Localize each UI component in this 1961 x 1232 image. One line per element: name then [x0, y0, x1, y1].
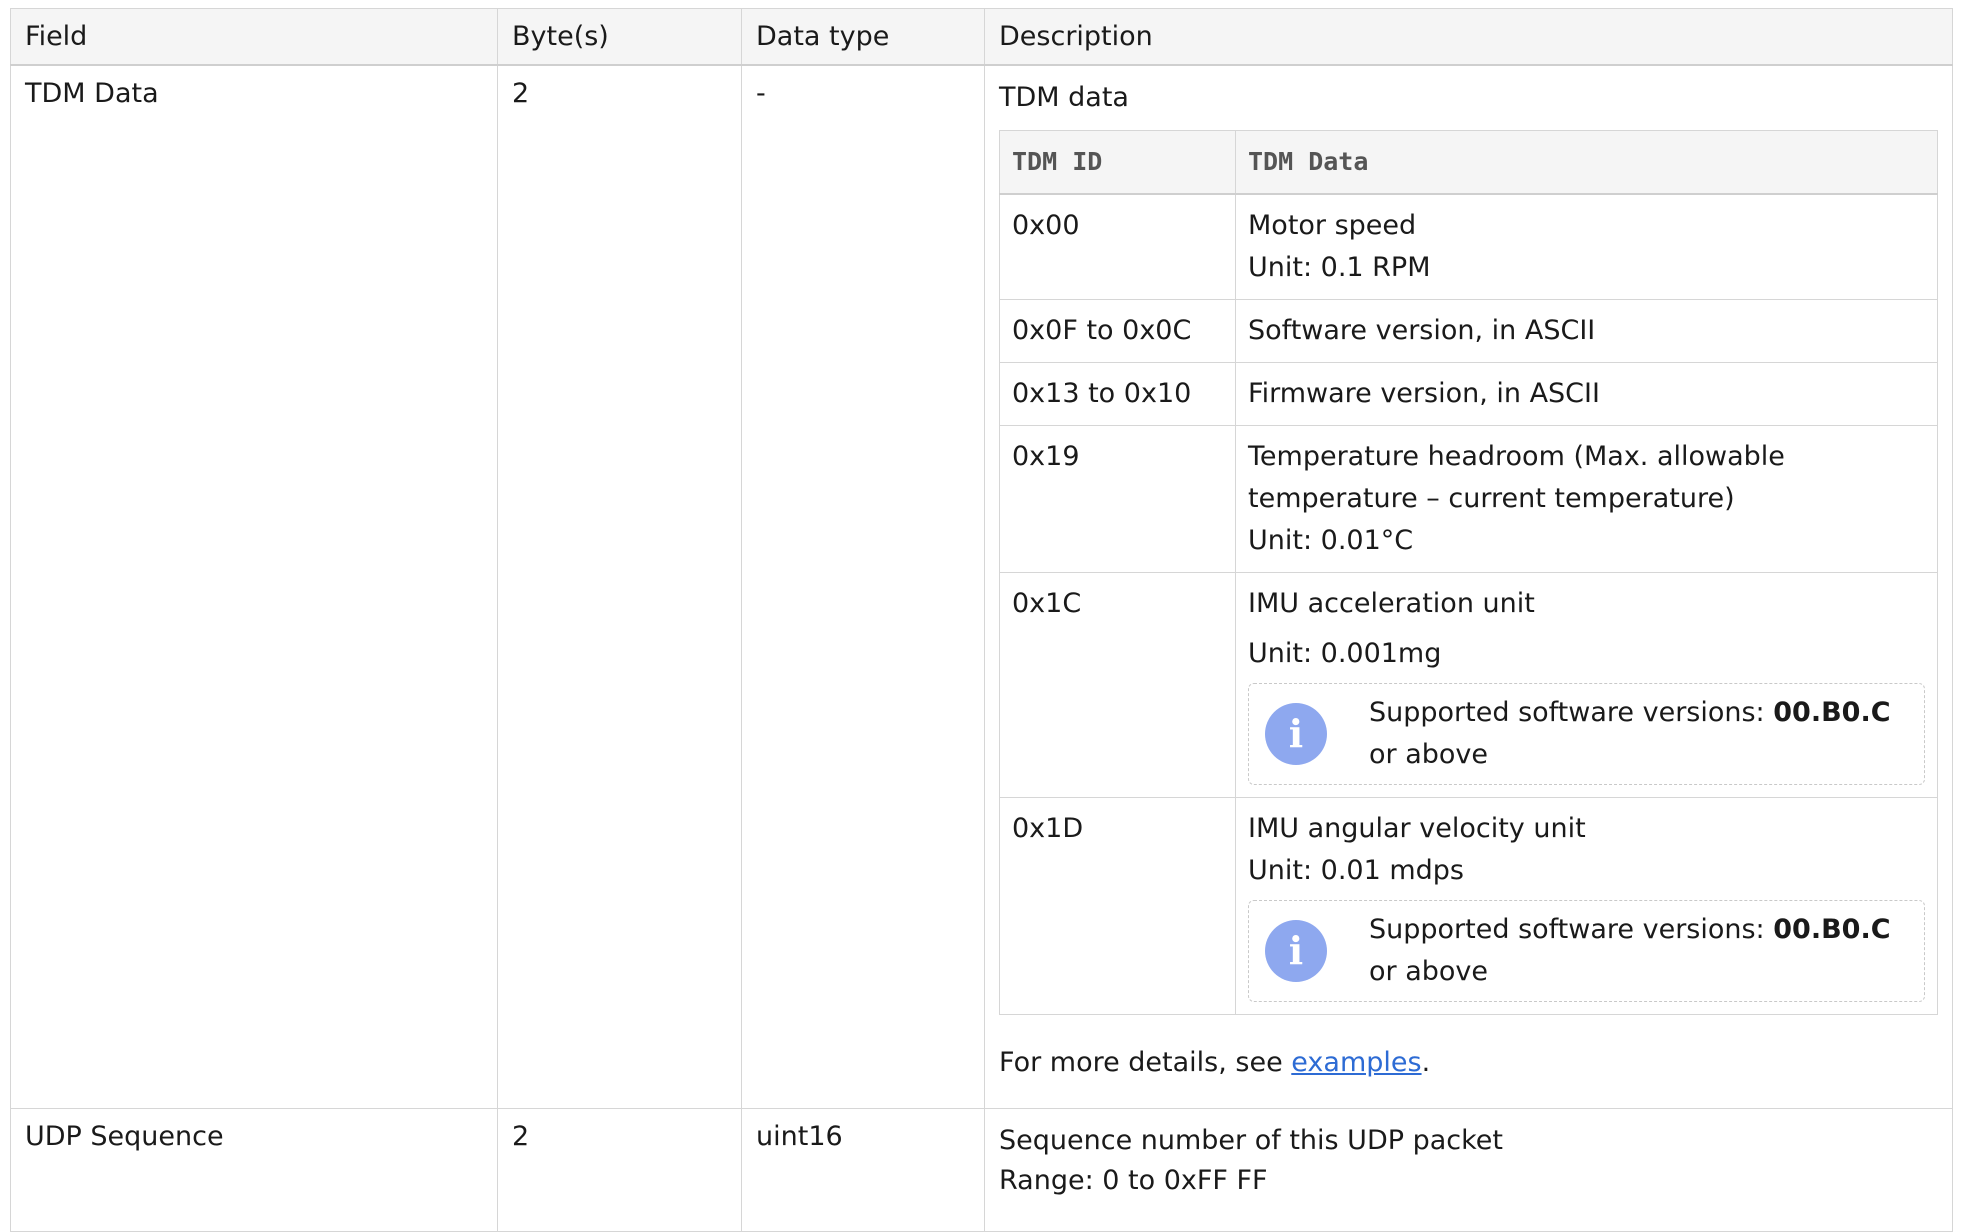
table-row: UDP Sequence 2 uint16 Sequence number of… — [10, 1108, 1953, 1232]
inner-table-row: 0x0F to 0x0C Software version, in ASCII — [999, 299, 1938, 363]
inner-col-header-tdm-id: TDM ID — [999, 130, 1236, 195]
tdm-id-cell: 0x19 — [999, 425, 1236, 573]
col-header-data-type: Data type — [741, 8, 985, 66]
inner-col-header-tdm-data: TDM Data — [1235, 130, 1938, 195]
tdm-data-line: Firmware version, in ASCII — [1248, 378, 1600, 409]
note-prefix: Supported software versions: — [1369, 697, 1774, 728]
note-suffix: or above — [1369, 956, 1488, 987]
tdm-data-line: IMU angular velocity unit — [1248, 813, 1586, 844]
tdm-data-cell: Temperature headroom (Max. allowable tem… — [1235, 425, 1938, 573]
field-table: Field Byte(s) Data type Description TDM … — [10, 8, 1953, 1232]
tdm-data-line: Unit: 0.01 mdps — [1248, 855, 1464, 886]
description-line: Sequence number of this UDP packet — [999, 1125, 1503, 1156]
tdm-data-cell: Firmware version, in ASCII — [1235, 362, 1938, 426]
table-row: TDM Data 2 - TDM data TDM ID TDM Data 0x… — [10, 64, 1953, 1109]
note-prefix: Supported software versions: — [1369, 914, 1774, 945]
tdm-id-cell: 0x1C — [999, 572, 1236, 798]
tdm-data-cell: Motor speed Unit: 0.1 RPM — [1235, 193, 1938, 300]
examples-link[interactable]: examples — [1291, 1047, 1421, 1078]
tdm-id-cell: 0x00 — [999, 193, 1236, 300]
tdm-data-cell: IMU angular velocity unit Unit: 0.01 mdp… — [1235, 797, 1938, 1015]
cell-data-type: uint16 — [741, 1108, 985, 1232]
table-header-row: Field Byte(s) Data type Description — [10, 8, 1953, 66]
note-version: 00.B0.C — [1773, 914, 1891, 945]
tdm-data-line: Software version, in ASCII — [1248, 315, 1596, 346]
tdm-id-cell: 0x1D — [999, 797, 1236, 1015]
info-note: i Supported software versions: 00.B0.C o… — [1248, 900, 1925, 1002]
col-header-field: Field — [10, 8, 498, 66]
cell-bytes: 2 — [497, 64, 742, 1109]
tdm-id-cell: 0x13 to 0x10 — [999, 362, 1236, 426]
info-note: i Supported software versions: 00.B0.C o… — [1248, 683, 1925, 785]
info-note-text: Supported software versions: 00.B0.C or … — [1369, 692, 1908, 776]
info-icon: i — [1265, 703, 1327, 765]
tdm-id-table: TDM ID TDM Data 0x00 Motor speed Unit: 0… — [999, 130, 1938, 1015]
inner-table-row: 0x1D IMU angular velocity unit Unit: 0.0… — [999, 797, 1938, 1015]
footer-prefix: For more details, see — [999, 1047, 1292, 1078]
note-version: 00.B0.C — [1773, 697, 1891, 728]
description-line: Range: 0 to 0xFF FF — [999, 1165, 1268, 1196]
cell-field: UDP Sequence — [10, 1108, 498, 1232]
cell-description: TDM data TDM ID TDM Data 0x00 Motor spee… — [984, 64, 1953, 1109]
tdm-data-line: Unit: 0.1 RPM — [1248, 252, 1431, 283]
tdm-data-line: Temperature headroom (Max. allowable tem… — [1248, 441, 1785, 514]
inner-table-row: 0x1C IMU acceleration unit Unit: 0.001mg… — [999, 572, 1938, 798]
inner-table-row: 0x13 to 0x10 Firmware version, in ASCII — [999, 362, 1938, 426]
cell-bytes: 2 — [497, 1108, 742, 1232]
tdm-data-line: Motor speed — [1248, 210, 1417, 241]
description-footer: For more details, see examples. — [999, 1043, 1938, 1083]
description-intro: TDM data — [999, 82, 1129, 113]
cell-field: TDM Data — [10, 64, 498, 1109]
document-page: Field Byte(s) Data type Description TDM … — [0, 0, 1961, 1232]
tdm-data-line: IMU acceleration unit — [1248, 588, 1535, 619]
col-header-description: Description — [984, 8, 1953, 66]
cell-description: Sequence number of this UDP packet Range… — [984, 1108, 1953, 1232]
col-header-bytes: Byte(s) — [497, 8, 742, 66]
tdm-data-cell: Software version, in ASCII — [1235, 299, 1938, 363]
inner-table-row: 0x19 Temperature headroom (Max. allowabl… — [999, 425, 1938, 573]
tdm-data-cell: IMU acceleration unit Unit: 0.001mg i Su… — [1235, 572, 1938, 798]
tdm-data-line: Unit: 0.01°C — [1248, 525, 1414, 556]
inner-table-row: 0x00 Motor speed Unit: 0.1 RPM — [999, 193, 1938, 300]
tdm-id-cell: 0x0F to 0x0C — [999, 299, 1236, 363]
info-note-text: Supported software versions: 00.B0.C or … — [1369, 909, 1908, 993]
info-icon: i — [1265, 920, 1327, 982]
cell-data-type: - — [741, 64, 985, 1109]
tdm-data-line: Unit: 0.001mg — [1248, 638, 1442, 669]
note-suffix: or above — [1369, 739, 1488, 770]
footer-suffix: . — [1421, 1047, 1431, 1078]
inner-header-row: TDM ID TDM Data — [999, 130, 1938, 195]
